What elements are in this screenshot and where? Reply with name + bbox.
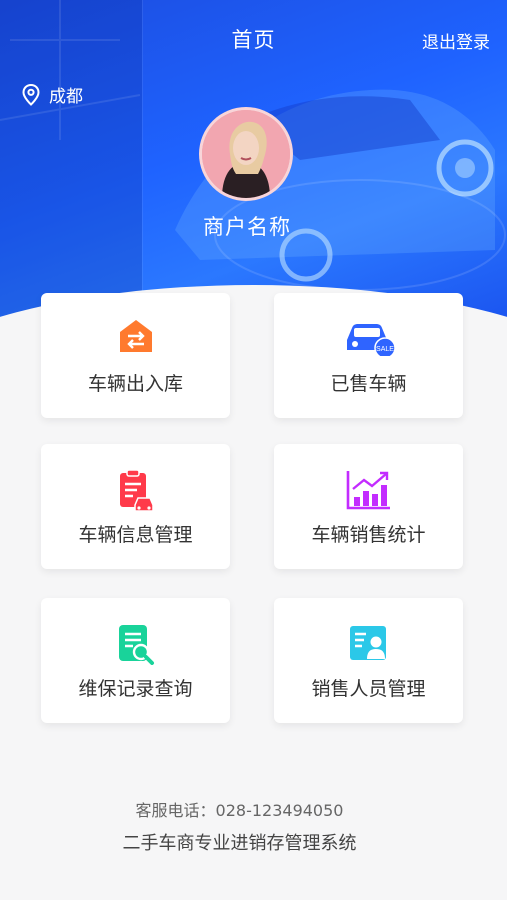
- vehicle-info-icon: [119, 469, 154, 512]
- sales-chart-icon: [346, 471, 390, 510]
- card-vehicle-info[interactable]: 车辆信息管理: [41, 444, 230, 569]
- card-label: 车辆信息管理: [78, 524, 193, 546]
- warehouse-transfer-icon: [119, 320, 152, 352]
- card-sold-vehicles[interactable]: SALE 已售车辆: [274, 293, 463, 418]
- avatar[interactable]: [199, 107, 293, 201]
- maintenance-search-icon: [118, 625, 154, 665]
- card-label: 销售人员管理: [311, 678, 426, 700]
- salesperson-icon: [349, 626, 386, 660]
- card-salesperson-management[interactable]: 销售人员管理: [274, 598, 463, 723]
- card-label: 已售车辆: [330, 373, 407, 395]
- card-vehicle-inout[interactable]: 车辆出入库: [41, 293, 230, 418]
- avatar-photo: [202, 110, 290, 198]
- card-label: 维保记录查询: [78, 678, 193, 700]
- city-label: 成都: [49, 87, 83, 107]
- location-pin-icon: [22, 83, 40, 106]
- logout-button[interactable]: 退出登录: [422, 28, 490, 53]
- card-label: 车辆出入库: [87, 373, 183, 395]
- card-label: 车辆销售统计: [311, 524, 426, 546]
- card-sales-statistics[interactable]: 车辆销售统计: [274, 444, 463, 569]
- sold-car-icon: SALE: [346, 324, 396, 359]
- customer-service-hotline: 客服电话：028-123494050: [135, 801, 344, 820]
- merchant-name: 商户名称: [203, 215, 291, 239]
- city-selector[interactable]: 成都: [22, 82, 83, 107]
- svg-text:SALE: SALE: [376, 346, 394, 353]
- system-name: 二手车商专业进销存管理系统: [122, 833, 357, 854]
- card-maintenance-records[interactable]: 维保记录查询: [41, 598, 230, 723]
